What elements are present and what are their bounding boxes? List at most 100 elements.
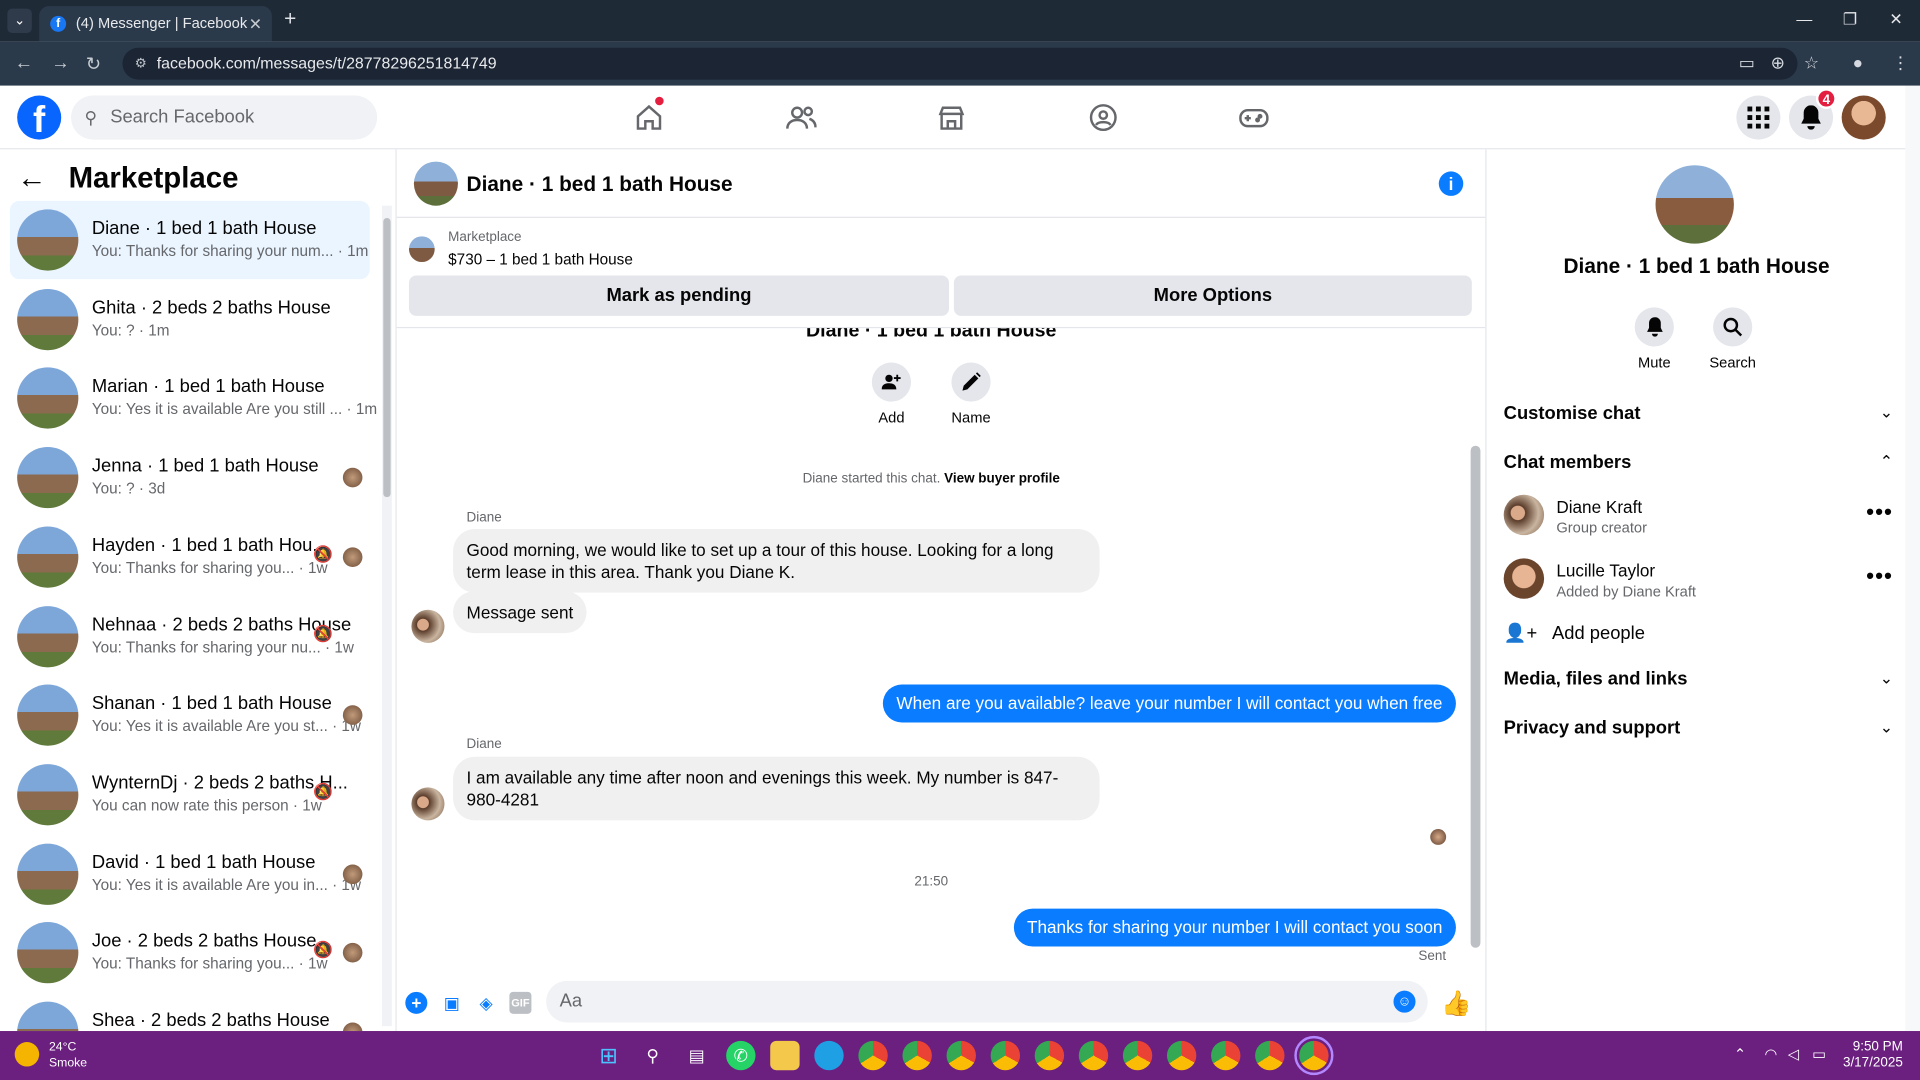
search-input[interactable]: ⚲ Search Facebook [71, 95, 378, 140]
back-icon[interactable]: ← [15, 53, 33, 74]
conversation-item[interactable]: Diane · 1 bed 1 bath House You: Thanks fo… [9, 200, 370, 280]
volume-icon[interactable]: ◁ [1788, 1046, 1799, 1063]
chrome-active-icon[interactable] [1294, 1035, 1334, 1076]
add-people-button[interactable]: 👤+ Add people [1504, 622, 1645, 644]
windows-start-icon[interactable]: ⊞ [594, 1041, 623, 1070]
reload-icon[interactable]: ↻ [86, 53, 101, 75]
info-icon[interactable]: i [1438, 171, 1464, 196]
photo-icon[interactable]: ▣ [441, 992, 463, 1014]
listing-title[interactable]: $730 – 1 bed 1 bath House [448, 251, 633, 268]
plus-icon[interactable]: + [405, 991, 428, 1014]
address-bar[interactable]: ⚙ facebook.com/messages/t/28778296251814… [122, 47, 1798, 80]
conversation-item[interactable]: Ghita · 2 beds 2 baths House You: ? · 1m [10, 280, 370, 358]
edge-icon[interactable] [814, 1040, 844, 1071]
conversation-item[interactable]: David · 1 bed 1 bath House You: Yes it is… [10, 835, 370, 913]
member-row[interactable]: Diane Kraft Group creator ••• [1503, 490, 1893, 544]
thumbs-up-icon[interactable]: 👍 [1441, 988, 1471, 1019]
back-arrow-icon[interactable]: ← [17, 162, 46, 195]
page-scrollbar[interactable] [1905, 85, 1920, 1032]
incoming-message[interactable]: Message sent [453, 591, 587, 634]
message-input[interactable]: Aa ☺ [546, 980, 1428, 1023]
chat-scrollbar[interactable] [1467, 328, 1484, 965]
more-options-icon[interactable]: ••• [1866, 500, 1893, 526]
sender-avatar[interactable] [411, 787, 445, 821]
facebook-logo-icon[interactable]: f [17, 95, 62, 141]
forward-icon[interactable]: → [51, 53, 69, 74]
conversation-item[interactable]: WynternDj · 2 beds 2 baths H... You can n… [10, 755, 370, 833]
conversation-item[interactable]: Jenna · 1 bed 1 bath House You: ? · 3d [10, 438, 370, 516]
cast-icon[interactable]: ▭ [1739, 53, 1755, 74]
chat-members-section[interactable]: Chat members ⌃ [1504, 452, 1893, 473]
media-files-section[interactable]: Media, files and links ⌄ [1504, 669, 1893, 690]
menu-dots-icon[interactable]: ⋮ [1892, 53, 1909, 74]
search-action[interactable]: Search [1696, 307, 1769, 371]
chrome-profile-icon[interactable] [1211, 1040, 1241, 1071]
view-buyer-profile-link[interactable]: View buyer profile [944, 471, 1060, 486]
marketplace-icon[interactable] [934, 100, 968, 134]
customise-chat-section[interactable]: Customise chat ⌄ [1504, 403, 1893, 424]
new-tab-button[interactable]: + [284, 7, 296, 31]
chrome-profile-icon[interactable] [1255, 1040, 1285, 1071]
chrome-profile-icon[interactable] [902, 1040, 932, 1071]
incoming-message[interactable]: Good morning, we would like to set up a … [453, 528, 1100, 593]
chrome-profile-icon[interactable] [1034, 1040, 1065, 1071]
groups-icon[interactable] [1086, 100, 1120, 134]
wifi-icon[interactable]: ◠ [1765, 1046, 1778, 1063]
zoom-icon[interactable]: ⊕ [1771, 53, 1785, 74]
gif-icon[interactable]: GIF [509, 991, 532, 1014]
conversation-item[interactable]: Shea · 2 beds 2 baths House [10, 993, 370, 1032]
sender-avatar[interactable] [411, 609, 445, 643]
chrome-profile-icon[interactable] [1122, 1040, 1153, 1071]
conversation-item[interactable]: Hayden · 1 bed 1 bath Hou... You: Thanks … [10, 518, 370, 596]
chrome-icon[interactable] [858, 1040, 888, 1071]
mute-label: Mute [1637, 353, 1671, 372]
close-window-icon[interactable]: ✕ [1889, 10, 1902, 30]
minimize-icon[interactable]: — [1796, 10, 1812, 28]
emoji-icon[interactable]: ☺ [1393, 990, 1416, 1013]
system-clock[interactable]: 9:50 PM 3/17/2025 [1843, 1040, 1903, 1072]
site-info-icon[interactable]: ⚙ [135, 48, 147, 80]
profile-icon[interactable]: ● [1853, 53, 1863, 73]
conversation-item[interactable]: Marian · 1 bed 1 bath House You: Yes it i… [10, 359, 377, 437]
conversation-item[interactable]: Joe · 2 beds 2 baths House You: Thanks fo… [10, 914, 370, 992]
battery-icon[interactable]: ▭ [1812, 1046, 1826, 1063]
account-avatar[interactable] [1841, 95, 1886, 140]
file-explorer-icon[interactable] [770, 1040, 800, 1071]
privacy-support-section[interactable]: Privacy and support ⌄ [1504, 718, 1893, 739]
bookmark-star-icon[interactable]: ☆ [1804, 53, 1819, 74]
chrome-profile-icon[interactable] [1078, 1040, 1109, 1071]
outgoing-message[interactable]: Thanks for sharing your number I will co… [1013, 908, 1456, 947]
sidebar-scrollbar[interactable] [382, 205, 392, 1027]
edit-name-action[interactable]: Name [934, 362, 1007, 426]
incoming-message[interactable]: I am available any time after noon and e… [453, 756, 1100, 821]
browser-tab[interactable]: f (4) Messenger | Facebook ✕ [39, 6, 272, 42]
taskbar-search-icon[interactable]: ⚲ [638, 1041, 667, 1070]
outgoing-message[interactable]: When are you available? leave your numbe… [882, 684, 1456, 723]
conversation-item[interactable]: Nehnaa · 2 beds 2 baths House You: Thanks… [10, 597, 370, 675]
weather-widget[interactable]: 24°C Smoke [14, 1040, 87, 1072]
member-row[interactable]: Lucille Taylor Added by Diane Kraft ••• [1503, 553, 1893, 607]
tab-search-button[interactable]: ⌄ [7, 8, 32, 34]
sticker-icon[interactable]: ◈ [475, 992, 497, 1014]
restore-icon[interactable]: ❐ [1843, 10, 1857, 30]
conversation-item[interactable]: Shanan · 1 bed 1 bath House You: Yes it i… [10, 676, 370, 754]
mute-action[interactable]: Mute [1618, 307, 1691, 371]
mark-as-pending-button[interactable]: Mark as pending [408, 275, 949, 316]
chat-profile-avatar[interactable] [1655, 165, 1734, 244]
close-tab-icon[interactable]: ✕ [249, 6, 262, 42]
chat-title[interactable]: Diane · 1 bed 1 bath House [467, 173, 733, 197]
chrome-profile-icon[interactable] [990, 1040, 1021, 1071]
chrome-profile-icon[interactable] [946, 1040, 976, 1071]
chat-avatar[interactable] [413, 161, 458, 206]
menu-grid-icon[interactable] [1736, 95, 1781, 140]
home-icon[interactable] [632, 95, 666, 134]
more-options-button[interactable]: More Options [953, 275, 1472, 316]
add-member-action[interactable]: Add [855, 362, 928, 426]
friends-icon[interactable] [784, 100, 818, 134]
tray-chevron-icon[interactable]: ⌃ [1734, 1046, 1746, 1063]
chrome-profile-icon[interactable] [1166, 1040, 1197, 1071]
task-view-icon[interactable]: ▤ [682, 1041, 711, 1070]
whatsapp-icon[interactable]: ✆ [726, 1040, 756, 1071]
more-options-icon[interactable]: ••• [1866, 563, 1893, 589]
gaming-icon[interactable] [1237, 100, 1271, 134]
